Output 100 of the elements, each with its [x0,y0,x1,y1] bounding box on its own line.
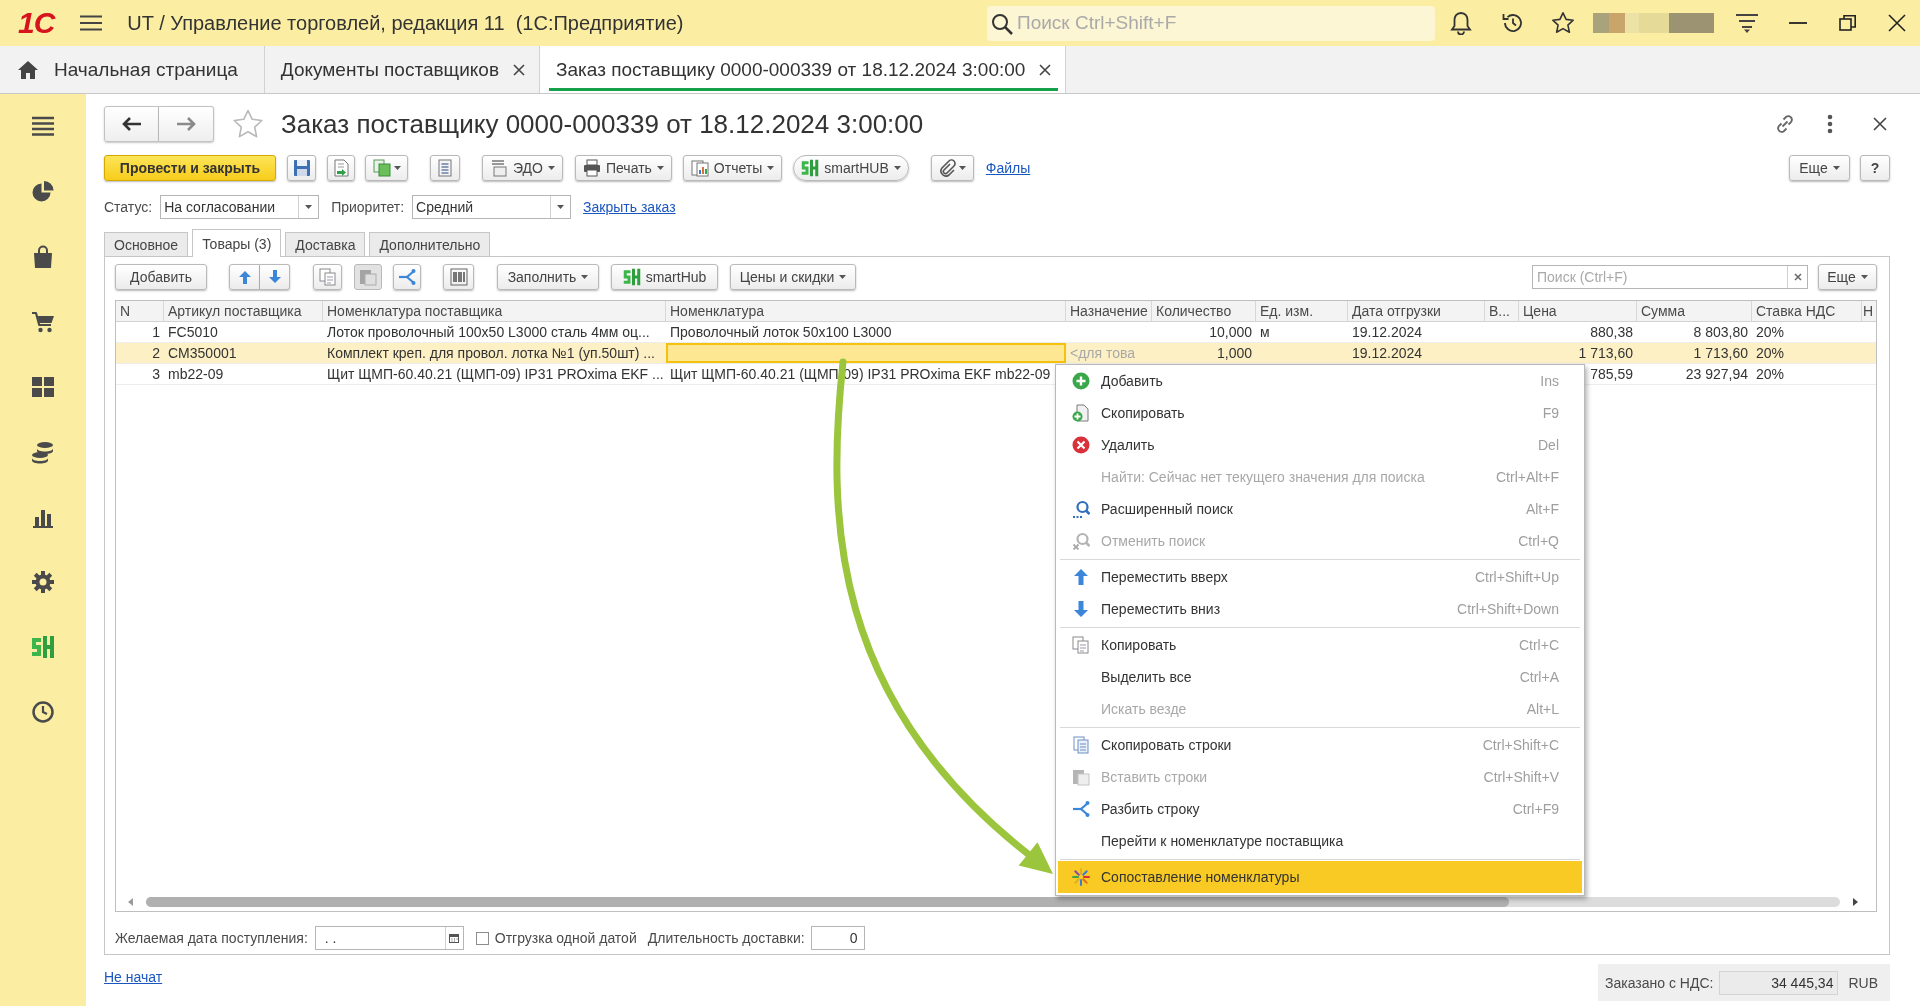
coins-icon[interactable] [31,440,55,464]
menu-icon[interactable] [80,15,103,31]
close-icon[interactable] [1873,117,1887,131]
column-header[interactable]: Количество [1152,301,1256,321]
caret-icon [1860,274,1868,279]
fill-button[interactable]: Заполнить [497,263,599,290]
more-button[interactable]: Еще [1818,263,1877,290]
column-header[interactable]: Н [1862,301,1876,321]
toolbar-button[interactable] [430,155,460,181]
menu-icon[interactable] [31,115,55,139]
star-icon[interactable] [232,109,264,139]
print-button[interactable]: Печать [574,155,672,181]
column-header[interactable]: Номенклатура поставщика [323,301,666,321]
column-header[interactable]: Артикул поставщика [164,301,323,321]
menu-item[interactable]: Расширенный поиск Alt+F [1056,493,1584,525]
menu-item[interactable]: Сопоставление номенклатуры [1058,861,1582,893]
menu-item[interactable]: Разбить строку Ctrl+F9 [1056,793,1584,825]
back-button[interactable] [104,106,159,142]
column-header[interactable]: Ед. изм. [1256,301,1348,321]
column-header[interactable]: Назначение [1066,301,1152,321]
search-field[interactable]: Поиск Ctrl+Shift+F [987,5,1435,41]
grid-icon[interactable] [31,375,55,399]
table-cell-text: CM350001 [167,344,238,363]
add-button[interactable]: Добавить [115,263,207,290]
date-field[interactable]: . . [314,926,464,950]
clock-icon[interactable] [31,700,55,724]
attach-button[interactable] [930,155,974,181]
link-icon[interactable] [1774,113,1796,135]
menu-item[interactable]: Выделить все Ctrl+A [1056,661,1584,693]
column-header[interactable]: В... [1485,301,1519,321]
smarthub-button[interactable]: smartHub [611,263,718,290]
number-field[interactable]: 0 [810,926,865,950]
split-button[interactable] [393,263,421,290]
menu-item[interactable]: Переместить вниз Ctrl+Shift+Down [1056,593,1584,625]
move-down-button[interactable] [260,263,290,290]
tab[interactable]: Дополнительно [369,232,491,256]
table-cell-text: Лоток проволочный 100x50 L3000 сталь 4мм оц... [326,323,651,342]
column-header[interactable]: N [116,301,164,321]
close-order-link[interactable]: Закрыть заказ [583,198,676,215]
status-dropdown[interactable]: На согласовании [160,194,320,219]
menu-item[interactable]: Копировать Ctrl+C [1056,629,1584,661]
history-icon[interactable] [1501,11,1525,35]
cell-editor[interactable] [666,343,1066,363]
menu-icon[interactable] [1736,13,1758,33]
logo-icon [801,159,820,177]
help-button[interactable]: ? [1860,155,1890,181]
menu-item[interactable]: Удалить Del [1056,429,1584,461]
search-icon [1072,500,1090,518]
close-icon[interactable] [1039,63,1052,76]
table-row[interactable]: 2 CM350001 Комплект креп. для провол. лотка №1 (уп.50шт) ... <для това 1,000 19.12.2024 1 713,60 1 713,60 20% [116,343,1876,364]
priority-dropdown[interactable]: Средний [412,194,572,219]
column-header[interactable]: Ставка НДС [1752,301,1862,321]
tab[interactable]: Заказ поставщику 0000-000339 от 18.12.2024 3:00:00 [540,46,1067,93]
menu-item[interactable]: Переместить вверх Ctrl+Shift+Up [1056,561,1584,593]
column-header[interactable]: Дата отгрузки [1348,301,1485,321]
reports-button[interactable]: Отчеты [682,155,783,181]
more-icon[interactable] [1827,114,1833,134]
toolbar-button[interactable] [365,155,408,181]
scrollbar-thumb[interactable] [146,897,1509,907]
barcode-button[interactable] [443,263,474,290]
table-cell-text: 1,000 [1216,344,1253,363]
tab[interactable]: Основное [104,232,189,256]
menu-item[interactable]: Скопировать строки Ctrl+Shift+C [1056,729,1584,761]
restore-icon[interactable] [1839,14,1857,32]
smarthub-button[interactable]: smartHUB [793,155,909,181]
column-header[interactable]: Номенклатура [666,301,1066,321]
bell-icon[interactable] [1450,11,1472,35]
caret-icon [656,166,664,170]
close-icon[interactable] [513,63,525,76]
search-field[interactable]: Поиск (Ctrl+F) [1532,264,1808,289]
tab[interactable]: Товары (3) [192,229,282,257]
star-icon[interactable] [1551,11,1575,35]
logo-icon[interactable] [31,635,55,659]
column-header[interactable]: Сумма [1637,301,1752,321]
checkbox[interactable] [475,931,489,945]
tab[interactable]: Начальная страница [0,46,265,93]
prices-button[interactable]: Цены и скидки [730,263,856,290]
status-link[interactable]: Не начат [104,969,163,985]
files-link[interactable]: Файлы [985,160,1031,176]
arrow-down-icon [1072,600,1090,618]
more-button[interactable]: Еще [1789,155,1850,181]
scroll-right-icon[interactable] [1853,898,1858,906]
pie-chart-icon[interactable] [31,180,55,204]
checkbox-label[interactable]: Отгрузка одной датой [494,930,637,946]
toolbar-button[interactable] [327,155,355,181]
post-and-close-button[interactable]: Провести и закрыть [104,155,276,181]
move-up-button[interactable] [229,263,260,290]
save-button[interactable] [287,155,316,181]
close-icon[interactable] [1888,14,1906,32]
menu-item[interactable]: Перейти к номенклатуре поставщика [1056,825,1584,857]
menu-item[interactable]: Скопировать F9 [1056,397,1584,429]
calendar-icon[interactable] [449,933,460,943]
bag-icon[interactable] [31,245,55,269]
cart-icon[interactable] [31,310,55,334]
edo-button[interactable]: ЭДО [482,155,563,181]
tab[interactable]: Доставка [285,232,366,256]
scrollbar-track[interactable] [146,897,1840,907]
scroll-left-icon[interactable] [128,898,133,906]
column-header[interactable]: Цена [1519,301,1637,321]
report-icon [690,159,709,177]
